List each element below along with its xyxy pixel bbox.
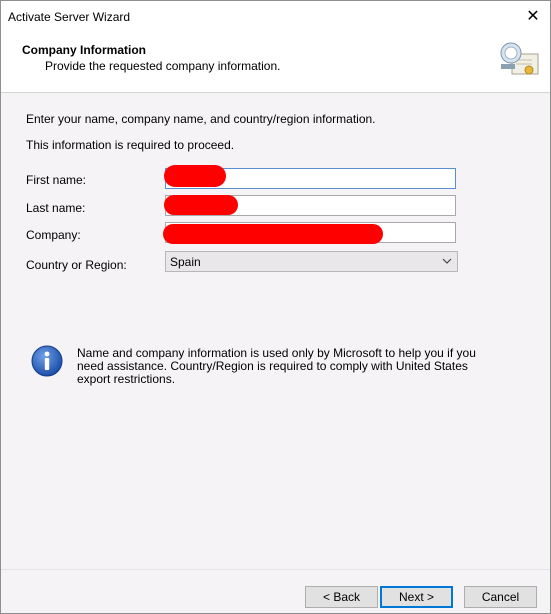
company-field[interactable]: [163, 222, 456, 244]
country-select[interactable]: Spain: [165, 251, 458, 272]
wizard-footer: < Back Next > Cancel: [1, 569, 550, 613]
intro-text: Enter your name, company name, and count…: [26, 112, 376, 126]
first-name-label: First name:: [26, 173, 87, 187]
info-icon: [31, 345, 63, 377]
wizard-window: Activate Server Wizard ✕ Company Informa…: [0, 0, 551, 614]
wizard-header: Company Information Provide the requeste…: [1, 32, 550, 93]
first-name-field[interactable]: [164, 165, 456, 189]
redaction-mark: [164, 195, 238, 215]
certificate-icon: [500, 42, 539, 75]
required-text: This information is required to proceed.: [26, 138, 235, 152]
redaction-mark: [163, 224, 383, 244]
info-message: Name and company information is used onl…: [77, 346, 476, 386]
cancel-button[interactable]: Cancel: [464, 586, 537, 608]
back-button[interactable]: < Back: [305, 586, 378, 608]
next-button[interactable]: Next >: [380, 586, 453, 608]
close-icon[interactable]: ✕: [516, 1, 550, 32]
country-label: Country or Region:: [26, 258, 127, 272]
country-value: Spain: [170, 255, 201, 269]
redaction-mark: [164, 165, 226, 187]
chevron-down-icon: [442, 258, 452, 264]
last-name-field[interactable]: [164, 195, 456, 216]
page-title: Company Information: [22, 43, 147, 57]
window-title: Activate Server Wizard: [8, 10, 131, 24]
page-subtitle: Provide the requested company informatio…: [45, 59, 281, 73]
company-label: Company:: [26, 228, 81, 242]
last-name-label: Last name:: [26, 201, 86, 215]
title-bar: Activate Server Wizard ✕: [1, 1, 550, 32]
wizard-body: Enter your name, company name, and count…: [1, 93, 550, 569]
